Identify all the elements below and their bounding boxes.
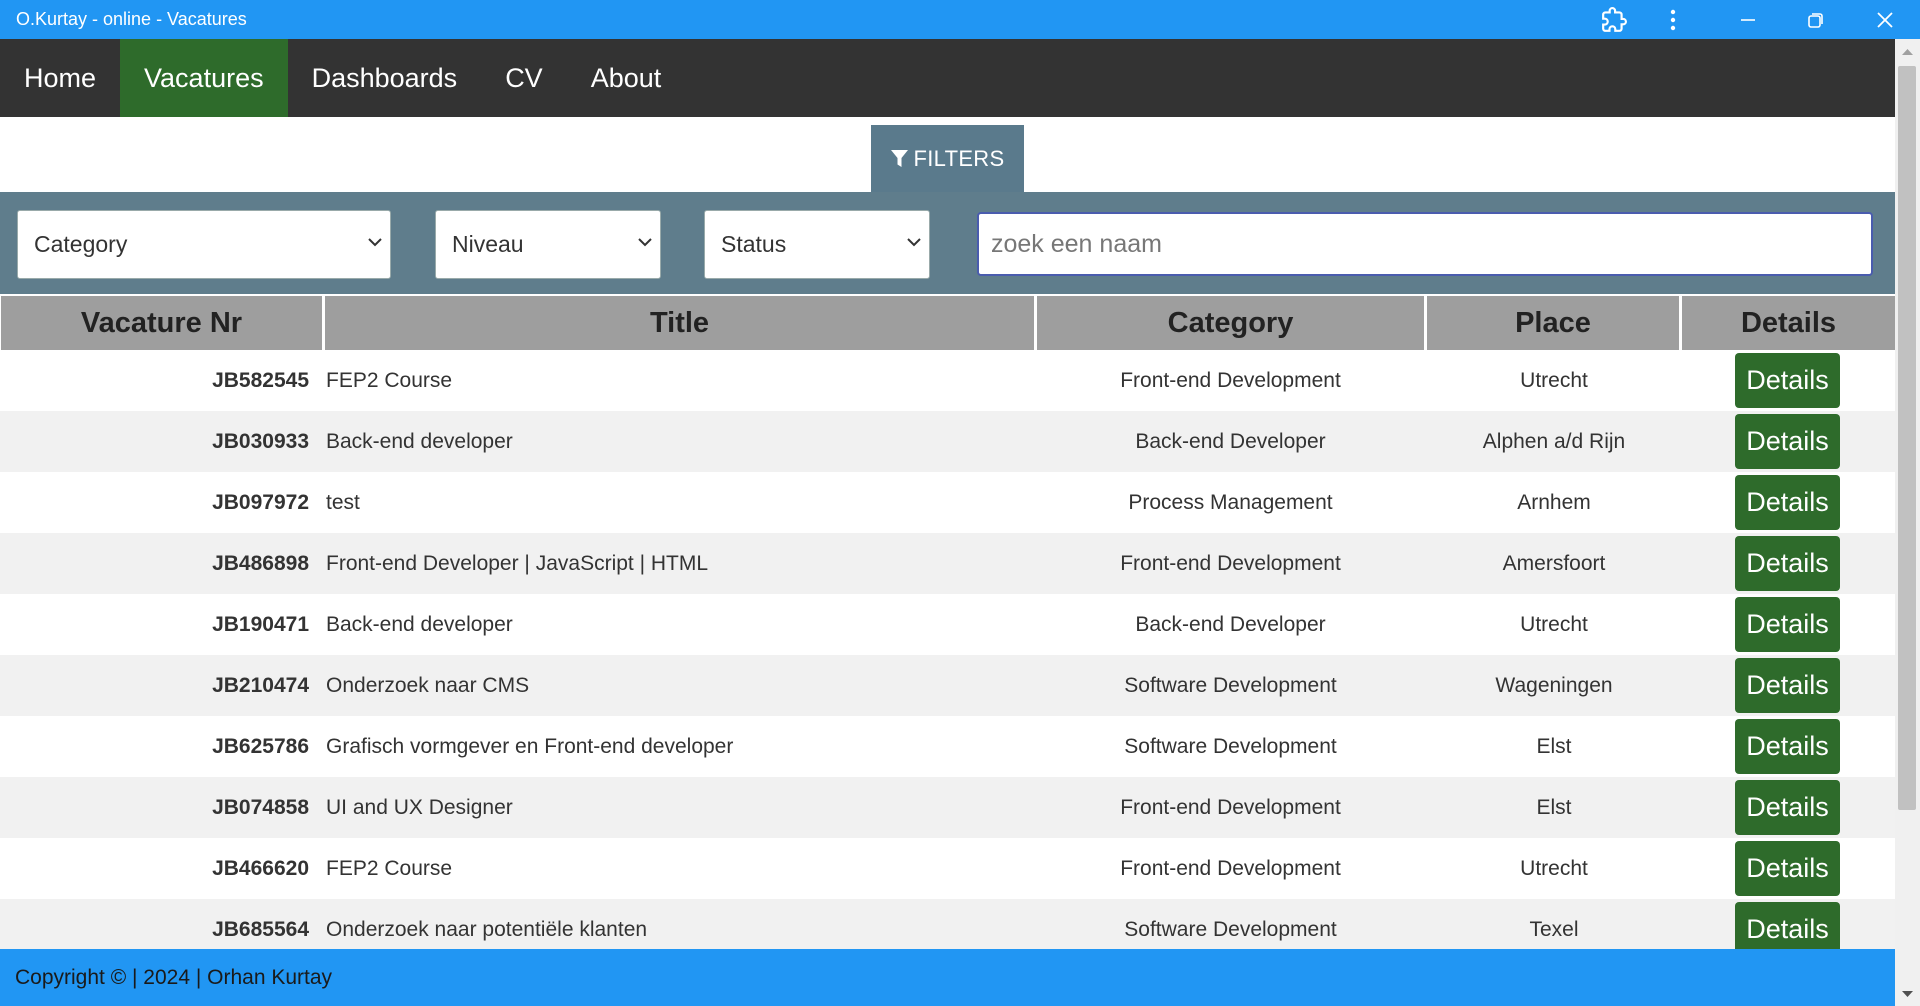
table-row: JB097972 test Process Management Arnhem … bbox=[0, 472, 1895, 533]
nav-item-about[interactable]: About bbox=[567, 39, 686, 117]
details-button[interactable]: Details bbox=[1735, 353, 1840, 408]
chevron-down-icon bbox=[907, 238, 921, 247]
restore-icon[interactable] bbox=[1791, 0, 1841, 39]
vacature-category: Software Development bbox=[1124, 735, 1337, 758]
table-row: JB486898 Front-end Developer | JavaScrip… bbox=[0, 533, 1895, 594]
page-viewport: Home Vacatures Dashboards CV About FILTE… bbox=[0, 39, 1895, 1006]
nav-item-cv[interactable]: CV bbox=[481, 39, 567, 117]
status-select[interactable]: Status bbox=[704, 210, 930, 279]
vacature-category: Front-end Development bbox=[1120, 796, 1341, 819]
header-category: Category bbox=[1037, 296, 1424, 350]
scrollbar-thumb[interactable] bbox=[1898, 66, 1916, 810]
vacature-title: Back-end developer bbox=[326, 430, 513, 453]
details-button[interactable]: Details bbox=[1735, 658, 1840, 713]
details-button[interactable]: Details bbox=[1735, 780, 1840, 835]
vacature-place: Alphen a/d Rijn bbox=[1482, 430, 1626, 453]
vacature-nr: JB190471 bbox=[212, 613, 309, 636]
nav-item-vacatures[interactable]: Vacatures bbox=[120, 39, 288, 117]
vacature-title: Front-end Developer | JavaScript | HTML bbox=[326, 552, 709, 575]
niveau-select[interactable]: Niveau bbox=[435, 210, 661, 279]
vacature-title: Grafisch vormgever en Front-end develope… bbox=[326, 735, 734, 758]
niveau-select-value: Niveau bbox=[452, 231, 524, 257]
table-row: JB625786 Grafisch vormgever en Front-end… bbox=[0, 716, 1895, 777]
header-title: Title bbox=[325, 296, 1034, 350]
table-row: JB074858 UI and UX Designer Front-end De… bbox=[0, 777, 1895, 838]
header-details: Details bbox=[1682, 296, 1895, 350]
table-row: JB190471 Back-end developer Back-end Dev… bbox=[0, 594, 1895, 655]
vacature-category: Back-end Developer bbox=[1135, 613, 1326, 636]
vacature-place: Elst bbox=[1536, 796, 1572, 819]
chevron-down-icon bbox=[368, 238, 382, 247]
chevron-down-icon bbox=[638, 238, 652, 247]
filters-button-label: FILTERS bbox=[913, 145, 1005, 171]
vacature-title: FEP2 Course bbox=[326, 369, 453, 392]
vacature-title: test bbox=[326, 491, 360, 514]
vacature-title: UI and UX Designer bbox=[326, 796, 513, 819]
status-select-value: Status bbox=[721, 231, 787, 257]
vacature-category: Front-end Development bbox=[1120, 857, 1341, 880]
vacature-place: Utrecht bbox=[1520, 613, 1588, 636]
table-row: JB030933 Back-end developer Back-end Dev… bbox=[0, 411, 1895, 472]
vacature-place: Utrecht bbox=[1520, 857, 1588, 880]
table-row: JB466620 FEP2 Course Front-end Developme… bbox=[0, 838, 1895, 899]
vacature-nr: JB582545 bbox=[212, 369, 309, 392]
vacature-place: Arnhem bbox=[1517, 491, 1591, 514]
vacature-category: Front-end Development bbox=[1120, 369, 1341, 392]
search-input[interactable] bbox=[977, 212, 1873, 276]
vertical-scrollbar[interactable] bbox=[1895, 39, 1920, 1006]
details-button[interactable]: Details bbox=[1735, 536, 1840, 591]
details-button[interactable]: Details bbox=[1735, 414, 1840, 469]
details-button[interactable]: Details bbox=[1735, 597, 1840, 652]
details-button[interactable]: Details bbox=[1735, 719, 1840, 774]
scroll-up-icon[interactable] bbox=[1901, 47, 1914, 57]
vacature-category: Back-end Developer bbox=[1135, 430, 1326, 453]
vacature-nr: JB074858 bbox=[212, 796, 309, 819]
scroll-down-icon[interactable] bbox=[1901, 989, 1914, 999]
filter-icon bbox=[890, 149, 908, 167]
vacature-place: Amersfoort bbox=[1502, 552, 1606, 575]
nav-item-dashboards[interactable]: Dashboards bbox=[288, 39, 482, 117]
vacature-place: Wageningen bbox=[1495, 674, 1613, 697]
details-button[interactable]: Details bbox=[1735, 475, 1840, 530]
extension-icon[interactable] bbox=[1589, 0, 1639, 39]
copyright-text: Copyright © | 2024 | Orhan Kurtay bbox=[15, 966, 333, 989]
vacature-title: Onderzoek naar CMS bbox=[326, 674, 530, 697]
vacature-place: Utrecht bbox=[1520, 369, 1588, 392]
filter-bar: Category Niveau Status bbox=[0, 192, 1895, 294]
table-row: JB582545 FEP2 Course Front-end Developme… bbox=[0, 350, 1895, 411]
vacature-category: Process Management bbox=[1128, 491, 1333, 514]
vacature-nr: JB486898 bbox=[212, 552, 309, 575]
nav-item-home[interactable]: Home bbox=[0, 39, 120, 117]
vacature-nr: JB625786 bbox=[212, 735, 309, 758]
category-select[interactable]: Category bbox=[17, 210, 391, 279]
vacature-title: Back-end developer bbox=[326, 613, 513, 636]
vacature-nr: JB466620 bbox=[212, 857, 309, 880]
window-titlebar: O.Kurtay - online - Vacatures bbox=[0, 0, 1920, 39]
header-place: Place bbox=[1427, 296, 1679, 350]
filters-button[interactable]: FILTERS bbox=[871, 125, 1024, 192]
more-vert-icon[interactable] bbox=[1648, 0, 1698, 39]
vacature-nr: JB097972 bbox=[212, 491, 309, 514]
table-row: JB210474 Onderzoek naar CMS Software Dev… bbox=[0, 655, 1895, 716]
table-header: Vacature Nr Title Category Place Details bbox=[0, 296, 1895, 350]
category-select-value: Category bbox=[34, 231, 128, 257]
vacature-category: Front-end Development bbox=[1120, 552, 1341, 575]
vacature-nr: JB030933 bbox=[212, 430, 309, 453]
vacature-nr: JB210474 bbox=[212, 674, 309, 697]
details-button[interactable]: Details bbox=[1735, 841, 1840, 896]
header-vacature-nr: Vacature Nr bbox=[1, 296, 322, 350]
main-nav: Home Vacatures Dashboards CV About bbox=[0, 39, 1895, 117]
window-title: O.Kurtay - online - Vacatures bbox=[16, 9, 247, 29]
close-icon[interactable] bbox=[1860, 0, 1910, 39]
page-footer: Copyright © | 2024 | Orhan Kurtay bbox=[0, 949, 1895, 1006]
minimize-icon[interactable] bbox=[1723, 0, 1773, 39]
vacature-place: Elst bbox=[1536, 735, 1572, 758]
vacature-category: Software Development bbox=[1124, 674, 1337, 697]
vacature-title: FEP2 Course bbox=[326, 857, 453, 880]
